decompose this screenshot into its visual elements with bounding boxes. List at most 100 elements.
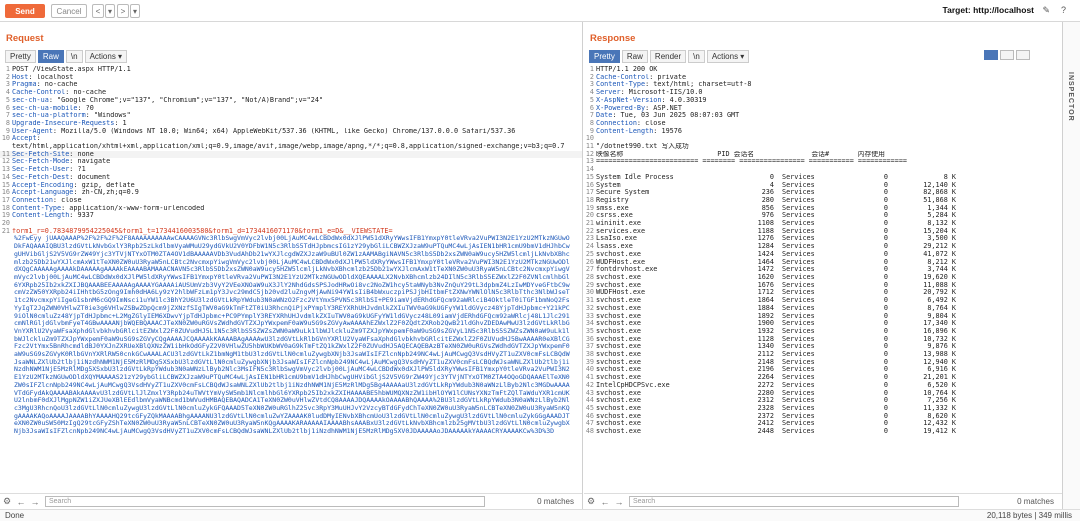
split-vertical-icon[interactable] [1000, 50, 1014, 60]
session-number: 0 [883, 257, 888, 266]
tab-pretty[interactable]: Pretty [5, 50, 36, 63]
session-number: 0 [883, 188, 888, 197]
back-button[interactable]: < [92, 4, 104, 18]
header-line: Content-Type: text/html; charset=utf-8 [596, 81, 752, 89]
header-line: Sec-Fetch-User: ?1 [12, 166, 86, 174]
response-title: Response [590, 33, 636, 44]
request-line: text/html,application/xhtml+xml,applicat… [0, 143, 582, 151]
session-number: 0 [883, 388, 888, 397]
session-number: 0 [883, 234, 888, 243]
session-number: 0 [883, 296, 888, 305]
header-line: Server: Microsoft-IIS/10.0 [596, 89, 703, 97]
header-value: private [653, 73, 687, 81]
tab-newline[interactable]: \n [65, 50, 83, 63]
process-row: 15 System Idle Process 0 Services 0 8 K [584, 173, 1062, 182]
status-text: Done [5, 511, 25, 520]
header-name: Content-Type [12, 204, 62, 212]
request-matches: 0 matches [537, 497, 574, 506]
process-row: 47 svchost.exe 2412 Services 0 12,432 K [584, 420, 1062, 428]
header-value: gzip, deflate [77, 181, 135, 189]
forward-icon[interactable]: → [612, 495, 626, 509]
target-label: Target: http://localhost [942, 5, 1034, 15]
response-search-input[interactable]: Search [629, 496, 959, 507]
process-row: 29 svchost.exe 1676 Services 0 11,088 K [584, 281, 1062, 290]
header-value: 1 [118, 119, 127, 127]
response-line: 6 X-Powered-By: ASP.NET [584, 104, 1062, 113]
response-size-timing: 20,118 bytes | 349 millis [986, 511, 1072, 520]
split-horizontal-icon[interactable] [984, 50, 998, 60]
header-value: 9337 [73, 212, 94, 220]
tab-raw[interactable]: Raw [37, 50, 64, 63]
header-line: Content-Type: application/x-www-form-url… [12, 204, 205, 212]
header-name: Connection [12, 196, 53, 204]
tab-render[interactable]: Render [649, 50, 687, 63]
request-line: 7 sec-ch-ua-platform: "Windows" [0, 112, 582, 120]
forward-icon[interactable]: → [28, 495, 42, 509]
header-name: Connection [596, 119, 637, 127]
send-button[interactable]: Send [5, 4, 45, 18]
process-row: 24 lsass.exe 1284 Services 0 29,212 K [584, 242, 1062, 251]
request-panel: Request Pretty Raw \n Actions ▾ 1 POST /V… [0, 22, 583, 509]
forward-button[interactable]: > [117, 4, 129, 18]
response-line: 5 X-AspNet-Version: 4.0.30319 [584, 96, 1062, 105]
back-icon[interactable]: ← [14, 495, 28, 509]
header-name: Accept-Language [12, 189, 74, 197]
process-row: 31 svchost.exe 1864 Services 0 6,492 K [584, 296, 1062, 305]
memory-usage: 19,412 K [923, 427, 956, 436]
header-value: zh-CN,zh;q=0.9 [77, 189, 139, 197]
header-line: Connection: close [596, 119, 666, 127]
header-name: Content-Type [596, 81, 646, 89]
header-value: navigate [73, 158, 111, 166]
header-name: Sec-Fetch-Site [12, 150, 70, 158]
session-number: 0 [883, 226, 888, 235]
line-number: 48 [585, 427, 594, 436]
response-search-bar: ⚙ ← → Search 0 matches [584, 493, 1062, 509]
header-line: User-Agent: Mozilla/5.0 (Windows NT 10.0… [12, 127, 516, 135]
header-value: document [73, 173, 111, 181]
tab-pretty[interactable]: Pretty [589, 50, 620, 63]
settings-icon[interactable]: ⚙ [584, 495, 598, 509]
forward-dropdown-icon[interactable]: ▾ [130, 4, 140, 18]
header-name: Server [596, 89, 621, 97]
response-line: 11 "/dotnet990.txt 写入成功 [584, 142, 1062, 151]
header-value: "Windows" [89, 112, 131, 120]
header-value: localhost [32, 73, 74, 81]
back-dropdown-icon[interactable]: ▾ [105, 4, 115, 18]
tab-raw[interactable]: Raw [621, 50, 648, 63]
header-name: Cache-Control [596, 73, 650, 81]
inspector-sidebar[interactable]: INSPECTOR [1062, 22, 1080, 509]
text-line: ========================= ======== =====… [596, 158, 907, 166]
actions-dropdown[interactable]: Actions ▾ [84, 50, 128, 63]
tab-newline[interactable]: \n [688, 50, 705, 63]
request-search-input[interactable]: Search [45, 496, 485, 507]
request-line: 9 User-Agent: Mozilla/5.0 (Windows NT 10.… [0, 127, 582, 136]
back-icon[interactable]: ← [598, 495, 612, 509]
header-value: Tue, 03 Jun 2025 08:07:03 GMT [616, 112, 740, 120]
session-number: 0 [883, 365, 888, 374]
help-icon[interactable]: ? [1061, 5, 1066, 15]
request-editor[interactable]: 1 POST /ViewState.aspx HTTP/1.1 2 Host: loc… [0, 66, 582, 493]
status-bar: Done 20,118 bytes | 349 millis [0, 509, 1080, 521]
process-row: 17 Secure System 236 Services 0 82,868 K [584, 189, 1062, 197]
request-line: 18 Content-Type: application/x-www-form-u… [0, 204, 582, 213]
tabs-layout-icon[interactable] [1016, 50, 1030, 60]
session-number: 0 [883, 288, 888, 297]
settings-icon[interactable]: ⚙ [0, 495, 14, 509]
header-line: sec-ch-ua-mobile: ?0 [12, 104, 94, 112]
process-row: 43 svchost.exe 2280 Services 0 10,764 K [584, 388, 1062, 398]
text-line: HTTP/1.1 200 OK [596, 66, 658, 73]
header-value: Microsoft-IIS/10.0 [624, 89, 703, 97]
cancel-button[interactable]: Cancel [51, 4, 87, 18]
process-row: 18 Registry 280 Services 0 51,868 K [584, 196, 1062, 205]
response-line: 7 Date: Tue, 03 Jun 2025 08:07:03 GMT [584, 112, 1062, 120]
response-line: 4 Server: Microsoft-IIS/10.0 [584, 88, 1062, 97]
response-viewer[interactable]: 1 HTTP/1.1 200 OK 2 Cache-Control: private 3… [584, 66, 1062, 493]
session-number: 0 [883, 373, 888, 382]
process-row: 40 svchost.exe 2196 Services 0 6,916 K [584, 366, 1062, 374]
header-line: Content-Length: 9337 [12, 212, 94, 220]
process-row: 21 wininit.exe 1108 Services 0 8,132 K [584, 219, 1062, 228]
text-line: 映像名称 PID 会话名 会话# 内存使用 [596, 150, 885, 158]
header-line: Host: localhost [12, 73, 74, 81]
actions-dropdown[interactable]: Actions ▾ [706, 50, 750, 63]
edit-target-icon[interactable]: ✎ [1042, 5, 1050, 16]
